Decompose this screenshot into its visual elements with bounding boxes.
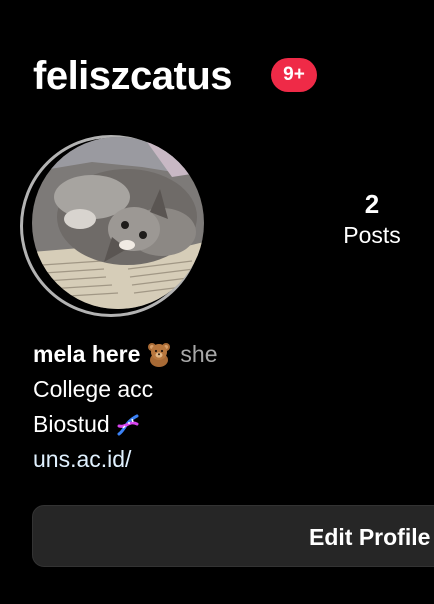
display-name: mela here — [33, 341, 141, 367]
bio-name-line: mela here she — [33, 337, 433, 372]
profile-page: feliszcatus 9+ 2 Posts mela here she Col… — [0, 0, 434, 604]
teddy-bear-icon — [146, 341, 172, 367]
bio: mela here she College acc Biostud uns.ac… — [33, 337, 433, 477]
edit-profile-button[interactable]: Edit Profile — [32, 505, 434, 567]
edit-profile-label: Edit Profile — [309, 524, 431, 550]
posts-count: 2 — [364, 189, 380, 219]
posts-label: Posts — [343, 222, 401, 248]
dna-icon — [116, 413, 140, 437]
avatar[interactable] — [32, 137, 204, 309]
bio-text-line: Biostud — [33, 407, 433, 442]
pronouns: she — [180, 341, 218, 367]
bio-text-line: College acc — [33, 376, 154, 402]
bio-link[interactable]: uns.ac.id/ — [33, 442, 433, 477]
bio-text: Biostud — [33, 411, 110, 437]
posts-stat[interactable]: 2 Posts — [330, 188, 414, 250]
notification-badge[interactable]: 9+ — [271, 58, 317, 92]
username[interactable]: feliszcatus — [33, 50, 233, 102]
